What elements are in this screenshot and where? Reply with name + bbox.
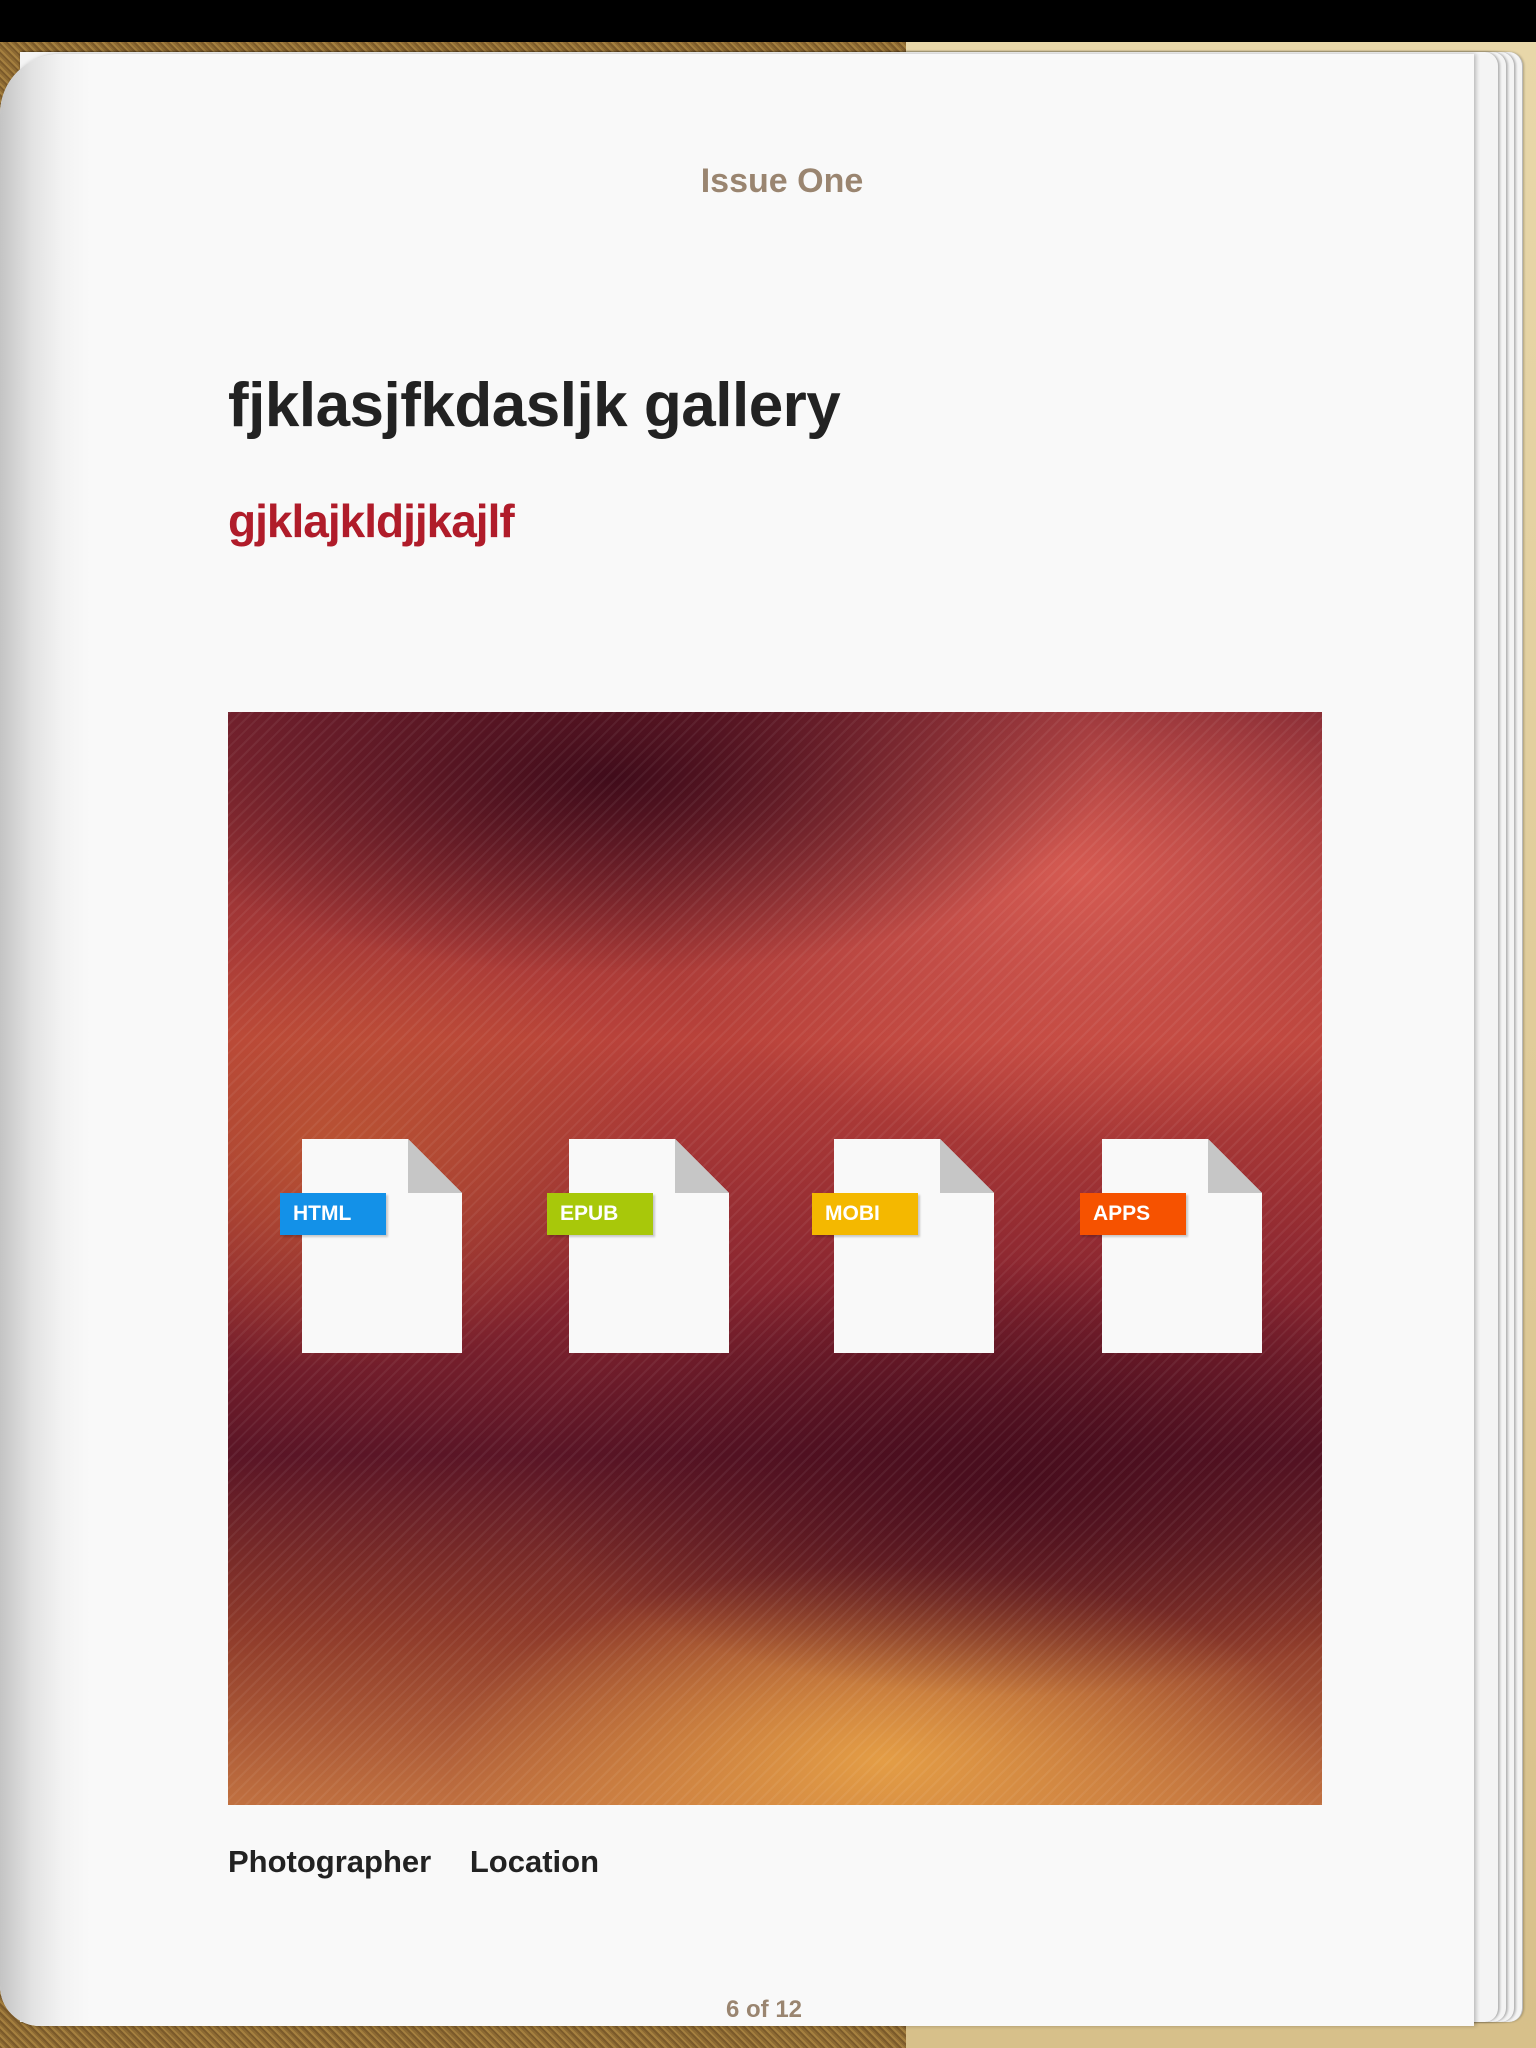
apps-file-icon: APPS <box>1080 1139 1262 1353</box>
file-fold <box>675 1139 729 1193</box>
article-title: fjklasjfkdasljk gallery <box>228 371 841 440</box>
photographer-credit: Photographer <box>228 1844 432 1879</box>
html-file-icon: HTML <box>280 1139 462 1353</box>
file-label-epub: EPUB <box>547 1193 653 1235</box>
page-indicator: 6 of 12 <box>725 1996 803 2023</box>
file-fold <box>1208 1139 1262 1193</box>
mobi-file-icon: MOBI <box>812 1139 994 1353</box>
gallery-image[interactable]: HTML EPUB MOBI APPS <box>228 712 1322 1805</box>
location-credit: Location <box>469 1844 600 1879</box>
file-fold <box>940 1139 994 1193</box>
file-fold <box>408 1139 462 1193</box>
file-label-apps: APPS <box>1080 1193 1186 1235</box>
issue-title: Issue One <box>700 162 864 200</box>
photo-credits: Photographer Location <box>228 1844 629 1880</box>
file-label-html: HTML <box>280 1193 386 1235</box>
file-label-mobi: MOBI <box>812 1193 918 1235</box>
book-page[interactable]: Issue One fjklasjfkdasljk gallery gjklaj… <box>0 54 1474 2026</box>
epub-file-icon: EPUB <box>547 1139 729 1353</box>
article-subtitle: gjklajkldjjkajlf <box>228 495 515 547</box>
